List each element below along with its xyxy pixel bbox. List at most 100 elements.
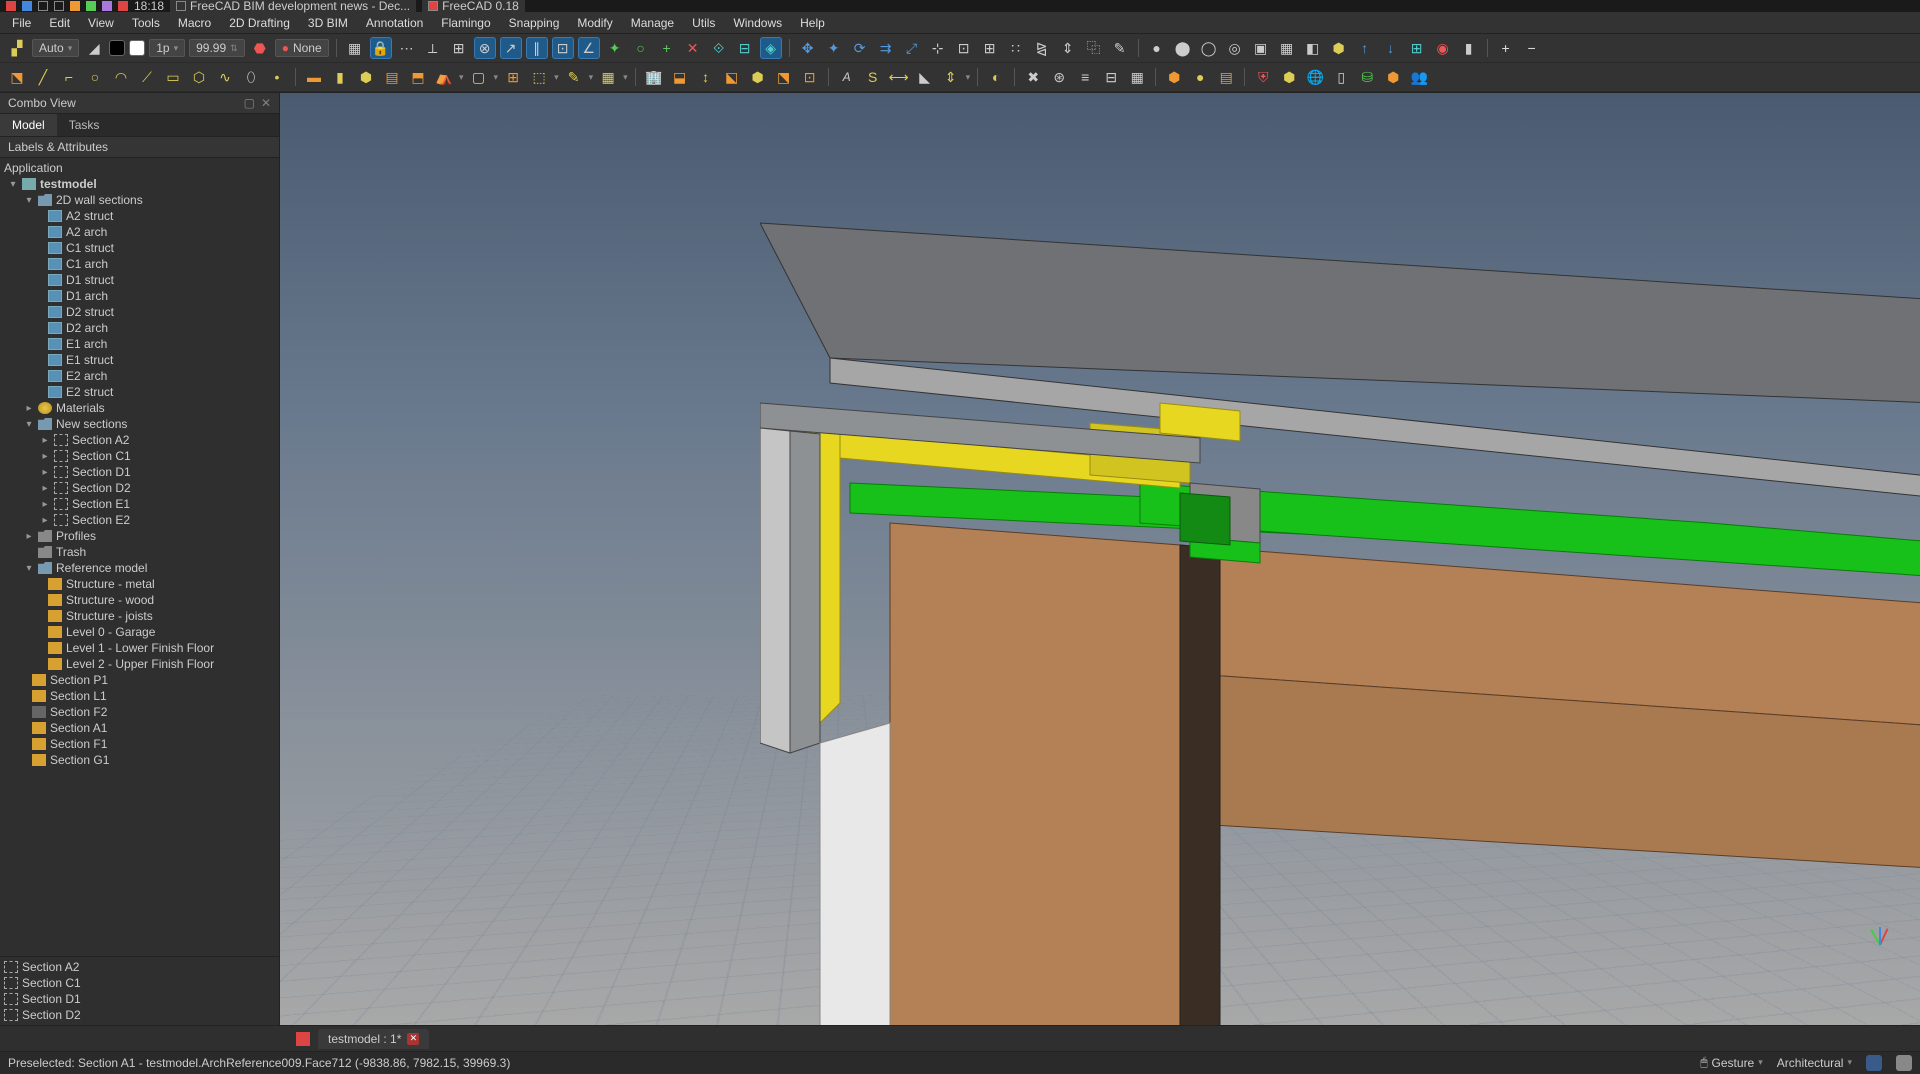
tree-item[interactable]: ▸Section A2	[0, 432, 279, 448]
face-swatch-icon[interactable]	[129, 40, 145, 56]
globe-icon[interactable]: 🌐	[1304, 66, 1326, 88]
quit-icon[interactable]: ◉	[1432, 37, 1454, 59]
menu-snapping[interactable]: Snapping	[501, 13, 568, 33]
workplane-combo[interactable]: Auto▾	[32, 39, 79, 57]
tree-item[interactable]: Structure - wood	[0, 592, 279, 608]
close-icon[interactable]: ✕	[261, 96, 271, 110]
tree-item[interactable]: Section F2	[0, 704, 279, 720]
style-combo[interactable]: ●None	[275, 39, 329, 57]
stretch-icon[interactable]: ⇕	[1057, 37, 1079, 59]
snap-off-icon[interactable]: ✕	[682, 37, 704, 59]
rebar-icon[interactable]: ⬢	[355, 66, 377, 88]
tree-item[interactable]: D2 struct	[0, 304, 279, 320]
section-icon[interactable]: ⬕	[721, 66, 743, 88]
struct-icon[interactable]: ▮	[329, 66, 351, 88]
down-icon[interactable]: ↓	[1380, 37, 1402, 59]
menu-file[interactable]: File	[4, 13, 39, 33]
menu-annotation[interactable]: Annotation	[358, 13, 431, 33]
check-icon[interactable]: ⛨	[1252, 66, 1274, 88]
ellipse-icon[interactable]: ⬯	[240, 66, 262, 88]
bbox-icon[interactable]: ⊡	[799, 66, 821, 88]
model-tree[interactable]: Application ▾testmodel ▾2D wall sections…	[0, 158, 279, 956]
tree-item[interactable]: ▸Section D1	[0, 464, 279, 480]
fill-swatch-icon[interactable]	[109, 40, 125, 56]
tree-item[interactable]: Structure - metal	[0, 576, 279, 592]
snap-dim-icon[interactable]: ⟐	[708, 37, 730, 59]
inward-icon[interactable]: ✦	[823, 37, 845, 59]
component-icon[interactable]: ⬢	[1328, 37, 1350, 59]
tab-model[interactable]: Model	[0, 114, 57, 136]
tree-item[interactable]: Level 0 - Garage	[0, 624, 279, 640]
menu-help[interactable]: Help	[792, 13, 833, 33]
level-icon[interactable]: ⬓	[669, 66, 691, 88]
survey-icon[interactable]: ⬢	[1278, 66, 1300, 88]
toggle-icon[interactable]: ◐	[985, 66, 1007, 88]
linewidth-combo[interactable]: 1p▾	[149, 39, 185, 57]
units-combo[interactable]: Architectural▾	[1777, 1056, 1852, 1070]
tree-item[interactable]: Section F1	[0, 736, 279, 752]
sphere-icon[interactable]: ●	[1146, 37, 1168, 59]
rect-icon[interactable]: ▭	[162, 66, 184, 88]
snap-mid-icon[interactable]: ⋯	[396, 37, 418, 59]
snap-end-icon[interactable]: ⊡	[552, 37, 574, 59]
axis2-icon[interactable]: ⇕	[940, 66, 962, 88]
box-icon[interactable]: ▣	[1250, 37, 1272, 59]
list-item[interactable]: Section D1	[0, 991, 279, 1007]
dropdown-icon[interactable]: ▾	[623, 72, 628, 83]
close-tab-icon[interactable]: ✕	[407, 1033, 419, 1045]
menu-edit[interactable]: Edit	[41, 13, 78, 33]
tool-c-icon[interactable]: ≡	[1074, 66, 1096, 88]
space-icon[interactable]: ▢	[468, 66, 490, 88]
tree-application[interactable]: Application	[0, 160, 279, 176]
plus-icon[interactable]: +	[1495, 37, 1517, 59]
equipment-icon[interactable]: ✎	[563, 66, 585, 88]
property-list[interactable]: Section A2 Section C1 Section D1 Section…	[0, 956, 279, 1025]
clone-icon[interactable]: ⿻	[1083, 37, 1105, 59]
tree-item[interactable]: Section G1	[0, 752, 279, 768]
tree-profiles[interactable]: ▸Profiles	[0, 528, 279, 544]
snap-special-icon[interactable]: ◈	[760, 37, 782, 59]
rotate-icon[interactable]: ⟳	[849, 37, 871, 59]
tree-folder-reference[interactable]: ▾Reference model	[0, 560, 279, 576]
snap-lock-icon[interactable]: 🔒	[370, 37, 392, 59]
text-icon[interactable]: A	[836, 66, 858, 88]
torus-icon[interactable]: ◎	[1224, 37, 1246, 59]
tree-item[interactable]: ▸Section C1	[0, 448, 279, 464]
prism-icon[interactable]: ▦	[1276, 37, 1298, 59]
nav-style-combo[interactable]: 🖱Gesture▾	[1700, 1055, 1762, 1070]
scale-icon[interactable]: ⊡	[953, 37, 975, 59]
menu-manage[interactable]: Manage	[623, 13, 682, 33]
minus-icon[interactable]: −	[1521, 37, 1543, 59]
tree-item[interactable]: D2 arch	[0, 320, 279, 336]
snap-grid2-icon[interactable]: ⊞	[448, 37, 470, 59]
window-icon[interactable]: ⊞	[502, 66, 524, 88]
bspline-icon[interactable]: ∿	[214, 66, 236, 88]
3d-viewport[interactable]	[280, 93, 1920, 1025]
tree-item[interactable]: C1 struct	[0, 240, 279, 256]
dropdown-icon[interactable]: ▾	[494, 72, 499, 83]
site-icon[interactable]: ⬔	[6, 66, 28, 88]
tree-item[interactable]: A2 struct	[0, 208, 279, 224]
status-icon[interactable]	[1866, 1055, 1882, 1071]
menu-macro[interactable]: Macro	[170, 13, 219, 33]
menu-flamingo[interactable]: Flamingo	[433, 13, 498, 33]
arc-icon[interactable]: ◠	[110, 66, 132, 88]
tool-b-icon[interactable]: ⊛	[1048, 66, 1070, 88]
tree-folder-new-sections[interactable]: ▾New sections	[0, 416, 279, 432]
tree-document[interactable]: ▾testmodel	[0, 176, 279, 192]
snap-near-icon[interactable]: ○	[630, 37, 652, 59]
dropdown-icon[interactable]: ▾	[459, 72, 464, 83]
tool-e-icon[interactable]: ▦	[1126, 66, 1148, 88]
tree-folder-wall-sections[interactable]: ▾2D wall sections	[0, 192, 279, 208]
cone-icon[interactable]: ◯	[1198, 37, 1220, 59]
document-tab[interactable]: testmodel : 1* ✕	[318, 1029, 429, 1049]
line-icon[interactable]: ╱	[32, 66, 54, 88]
tree-item[interactable]: ▸Section D2	[0, 480, 279, 496]
dropdown-icon[interactable]: ▾	[966, 72, 971, 83]
wedge-icon[interactable]: ◧	[1302, 37, 1324, 59]
building-icon[interactable]: 🏢	[643, 66, 665, 88]
project-icon[interactable]: ⬔	[773, 66, 795, 88]
array-icon[interactable]: ⊞	[979, 37, 1001, 59]
dimension-icon[interactable]: ⟷	[888, 66, 910, 88]
construction-icon[interactable]: ⬣	[249, 37, 271, 59]
